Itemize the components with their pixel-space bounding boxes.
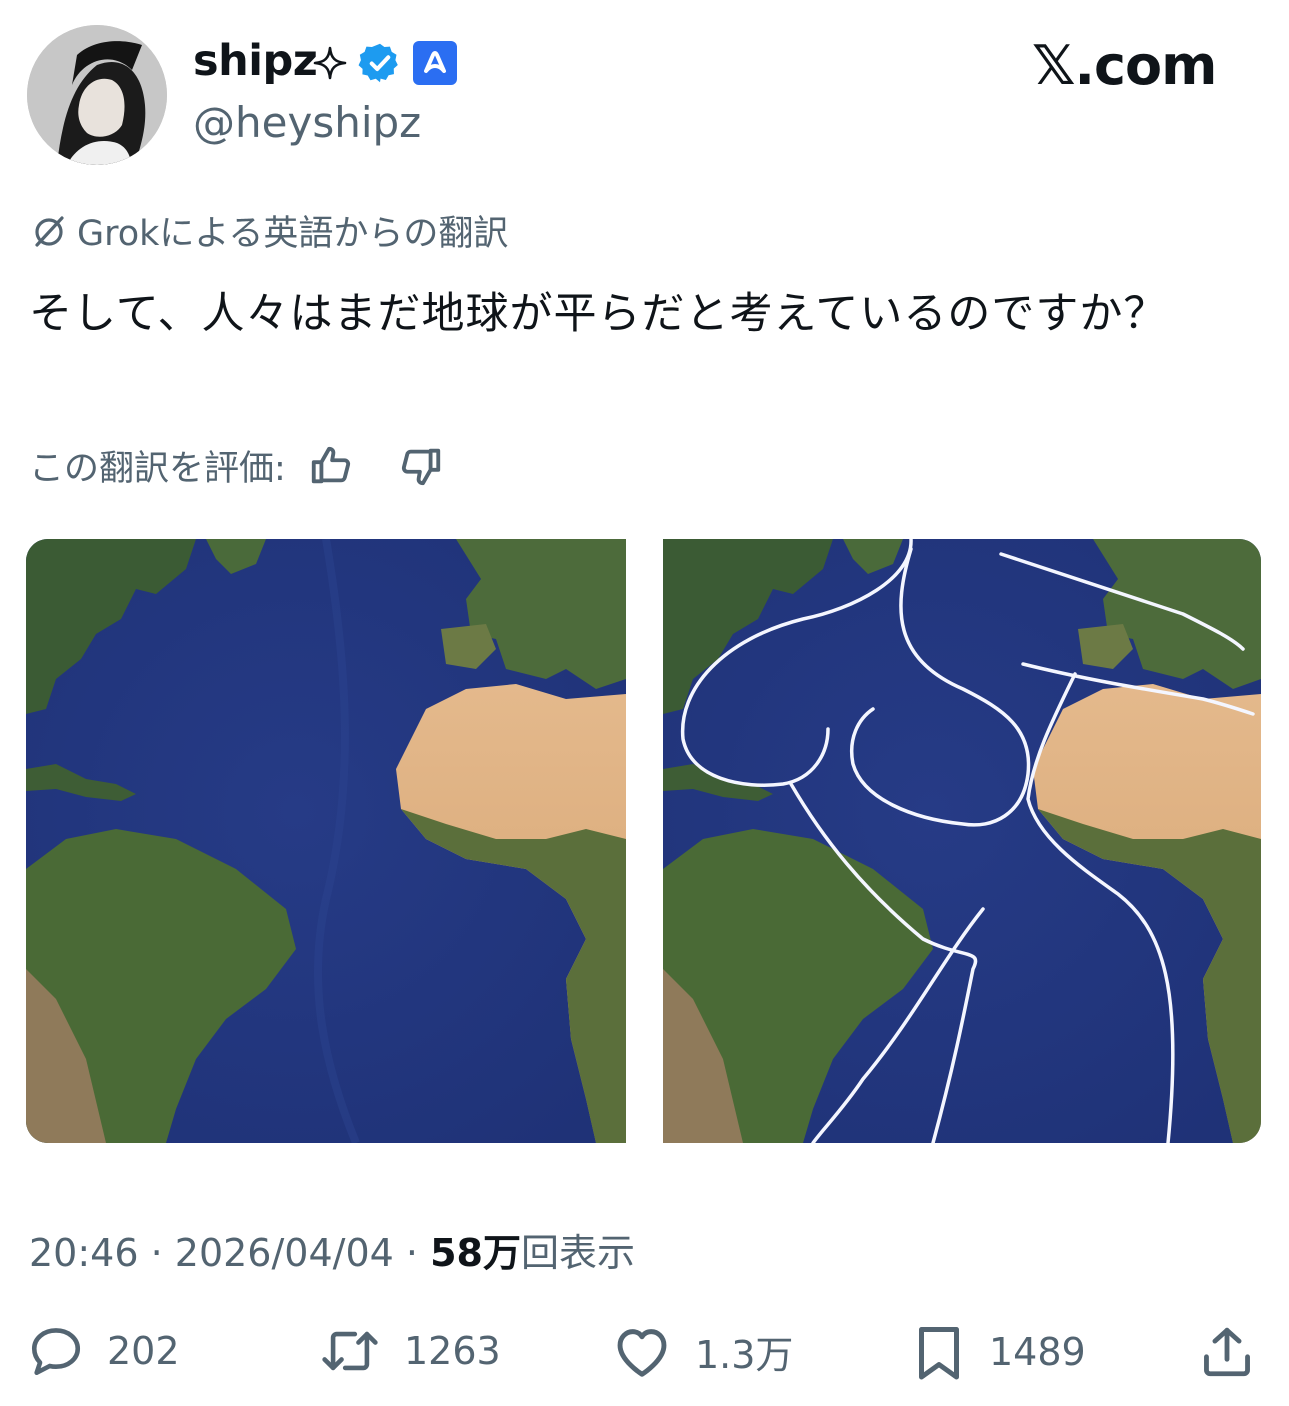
translation-label: Grokによる英語からの翻訳 (77, 214, 509, 254)
share-button[interactable] (1198, 1322, 1256, 1382)
handle[interactable]: @heyshipz (193, 98, 421, 147)
media-image-left[interactable] (26, 539, 626, 1143)
satellite-map-image (26, 539, 626, 1143)
like-button[interactable]: 1.3万 (611, 1322, 793, 1380)
reply-icon (31, 1328, 81, 1376)
bookmark-button[interactable]: 1489 (911, 1322, 1086, 1382)
reply-count: 202 (107, 1329, 180, 1373)
meta-separator: · (150, 1231, 175, 1275)
thumbs-up-icon[interactable] (308, 443, 354, 489)
avatar[interactable] (27, 25, 167, 165)
avatar-illustration (27, 25, 167, 165)
post-text: そして、人々はまだ地球が平らだと考えているのですか？ (29, 289, 1168, 339)
grok-icon (35, 215, 64, 247)
rate-translation-row: この翻訳を評価: (29, 440, 444, 491)
reply-button[interactable]: 202 (27, 1322, 180, 1380)
verified-badge-icon[interactable] (358, 41, 402, 85)
translation-label-row: Grokによる英語からの翻訳 (29, 205, 508, 256)
views-label: 回表示 (520, 1231, 635, 1275)
meta-separator: · (405, 1231, 431, 1275)
media-image-right[interactable] (663, 539, 1261, 1143)
satellite-map-outline-image (663, 539, 1261, 1143)
rate-translation-label: この翻訳を評価: (29, 449, 286, 489)
display-name[interactable]: shipz (193, 36, 318, 86)
author-badges (312, 40, 458, 86)
like-count: 1.3万 (695, 1332, 794, 1377)
bookmark-icon (919, 1327, 959, 1380)
site-label: 𝕏.com (1032, 34, 1217, 97)
thumbs-down-icon[interactable] (398, 443, 444, 489)
repost-count: 1263 (404, 1329, 501, 1373)
views-count: 58万 (430, 1231, 521, 1275)
app-badge-icon[interactable] (412, 40, 458, 86)
heart-icon (617, 1329, 667, 1377)
post-time[interactable]: 20:46 (29, 1231, 139, 1275)
post-meta: 20:46 · 2026/04/04 · 58万回表示 (29, 1222, 635, 1277)
share-icon (1204, 1327, 1250, 1377)
repost-icon (322, 1331, 378, 1371)
bookmark-count: 1489 (989, 1330, 1086, 1374)
post-date[interactable]: 2026/04/04 (175, 1231, 394, 1275)
sparkle-icon (313, 46, 347, 80)
repost-button[interactable]: 1263 (318, 1322, 501, 1380)
